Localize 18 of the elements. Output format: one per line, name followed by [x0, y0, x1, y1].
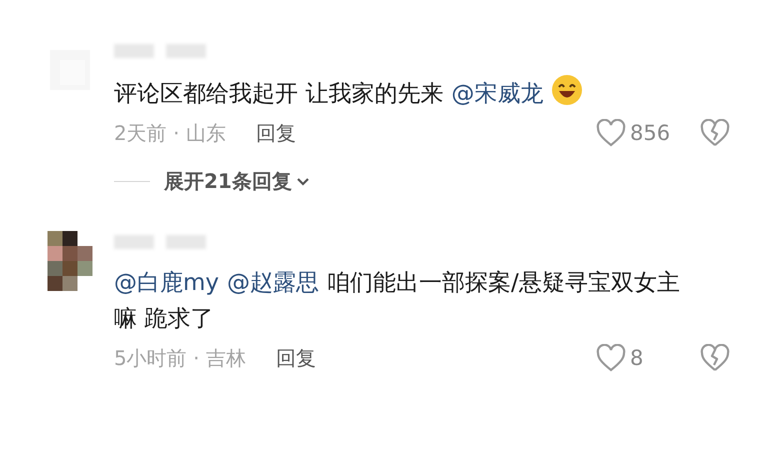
broken-heart-icon[interactable] [700, 344, 730, 372]
grinning-emoji-icon [551, 74, 584, 106]
mention-link[interactable]: @赵露思 [227, 270, 320, 296]
reply-link[interactable]: 回复 [276, 344, 316, 372]
comment-time: 2天前 · 山东 [114, 120, 226, 146]
heart-icon[interactable] [596, 344, 626, 372]
mention-link[interactable]: @白鹿my [114, 270, 220, 296]
mention-link[interactable]: @宋威龙 [451, 81, 544, 107]
chevron-down-icon [296, 176, 310, 186]
reply-link[interactable]: 回复 [256, 120, 296, 146]
heart-icon[interactable] [596, 119, 626, 147]
comment-text: @白鹿my @赵露思 咱们能出一部探案/悬疑寻宝双女主嘛 跪求了 [114, 269, 681, 334]
like-count: 856 [630, 121, 672, 145]
comment-text: 评论区都给我起开 让我家的先来 @宋威龙 [114, 74, 684, 112]
like-count: 8 [630, 346, 644, 370]
broken-heart-icon[interactable] [700, 119, 730, 147]
comment-time: 5小时前 · 吉林 [114, 344, 246, 372]
expand-replies-button[interactable]: 展开21条回复 [164, 168, 310, 195]
